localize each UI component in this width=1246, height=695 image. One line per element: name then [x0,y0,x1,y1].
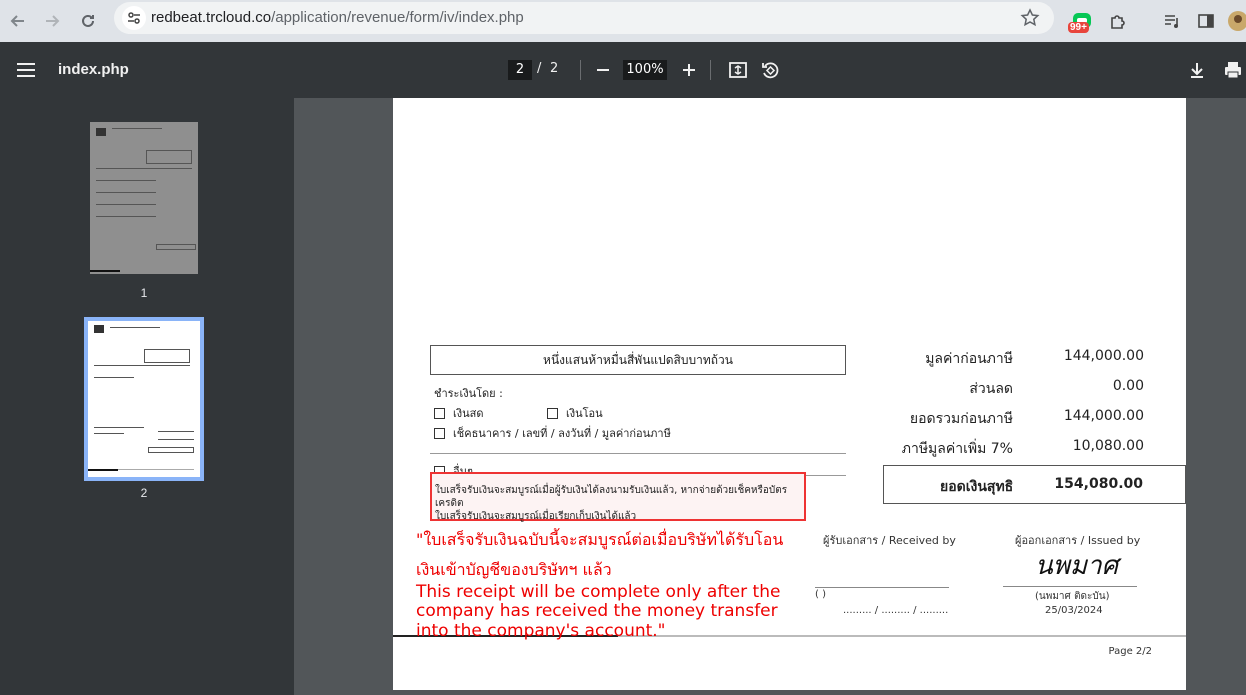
receiver-date: ......... / ......... / ......... [843,605,949,616]
thumbnail-sidebar: 1 2 [0,98,294,695]
pdf-toolbar: index.php 2 / 2 100% [0,42,1246,98]
annotation-thai-line-2: เงินเข้าบัญชีของบริษัทฯ แล้ว [416,560,612,579]
annotation-thai-line-1: "ใบเสร็จรับเงินฉบับนี้จะสมบูรณ์ต่อเมื่อบ… [416,530,784,549]
url-path: /application/revenue/form/iv/index.php [271,9,524,26]
address-bar[interactable]: redbeat.trcloud.co/application/revenue/f… [114,2,1054,34]
thumbnail-label-1: 1 [140,286,148,300]
payment-method-label: ชำระเงินโดย : [434,387,503,400]
payment-option-transfer: เงินโอน [547,404,603,422]
annotation-english-line-1: This receipt will be complete only after… [416,582,781,602]
receiver-signature-line [815,587,949,588]
page-total: 2 [550,61,559,76]
document-title: index.php [58,61,129,78]
pdf-page: หนึ่งแสนห้าหมื่นสี่พันแปดสิบบาทถ้วน ชำระ… [393,98,1186,690]
transfer-label: เงินโอน [566,407,603,420]
plus-icon [683,64,695,76]
annotation-english-line-3: into the company's account." [416,621,666,641]
net-total-value: 154,080.00 [1054,476,1143,492]
bookmark-star-icon[interactable] [1020,8,1040,28]
issue-date: 25/03/2024 [1045,605,1103,616]
extensions-puzzle-icon[interactable] [1104,7,1132,35]
cheque-label: เช็คธนาคาร / เลขที่ / ลงวันที่ / มูลค่าก… [453,427,671,440]
issuer-signature: นพมาศ [1035,551,1119,581]
receipt-note-line-1: ใบเสร็จรับเงินจะสมบูรณ์เมื่อผู้รับเงินได… [435,485,788,509]
amount-in-words: หนึ่งแสนห้าหมื่นสี่พันแปดสิบบาทถ้วน [430,345,846,375]
hamburger-menu-icon [17,63,35,77]
print-button[interactable] [1221,58,1245,82]
toolbar-divider [710,60,711,80]
receipt-condition-note: ใบเสร็จรับเงินจะสมบูรณ์เมื่อผู้รับเงินได… [430,472,806,522]
url-host: redbeat.trcloud.co [151,9,272,26]
site-info-button[interactable] [122,6,146,30]
summary-value: 144,000.00 [1063,348,1144,364]
extension-badge: 99+ [1068,22,1089,33]
reload-icon [82,14,94,27]
minus-icon [597,69,609,71]
zoom-input[interactable]: 100% [623,60,667,80]
fit-to-page-icon [729,62,747,78]
url-text: redbeat.trcloud.co/application/revenue/f… [151,9,524,26]
profile-avatar-icon[interactable] [1224,7,1246,35]
cash-label: เงินสด [453,407,484,420]
net-total-label: ยอดเงินสุทธิ [940,479,1014,495]
toolbar-divider [580,60,581,80]
sidebar-menu-button[interactable] [14,58,38,82]
print-icon [1225,62,1241,79]
back-button[interactable] [4,7,32,35]
download-icon [1191,63,1203,78]
zoom-out-button[interactable] [591,58,615,82]
thumbnail-page-1[interactable] [90,122,198,274]
receiver-name-paren: ( ) [815,589,826,600]
net-total-box: ยอดเงินสุทธิ 154,080.00 [883,465,1186,504]
forward-button[interactable] [38,7,66,35]
browser-toolbar: redbeat.trcloud.co/application/revenue/f… [0,0,1246,42]
payment-option-cheque: เช็คธนาคาร / เลขที่ / ลงวันที่ / มูลค่าก… [434,424,671,442]
issuer-name: (นพมาศ ติดะบัน) [1035,591,1110,602]
back-arrow-icon [10,15,24,27]
rotate-icon [762,62,779,79]
checkbox [434,427,445,439]
fit-page-button[interactable] [726,58,750,82]
zoom-in-button[interactable] [677,58,701,82]
payment-option-cash: เงินสด [434,404,484,422]
summary-label: ส่วนลด [969,381,1013,397]
summary-value: 0.00 [1112,378,1144,394]
divider-line [430,453,846,454]
thumbnail-page-2-selected[interactable] [84,317,204,481]
issuer-signature-line [1003,586,1137,587]
thumbnail-label-2: 2 [140,486,148,500]
summary-label: ยอดรวมก่อนภาษี [909,411,1013,427]
tune-icon [128,12,140,24]
page-footer: Page 2/2 [1108,646,1152,657]
reload-button[interactable] [74,7,102,35]
annotation-english-line-2: company has received the money transfer [416,601,778,621]
download-button[interactable] [1185,58,1209,82]
summary-label: ภาษีมูลค่าเพิ่ม 7% [901,441,1013,457]
summary-value: 10,080.00 [1072,438,1144,454]
receipt-note-line-2: ใบเสร็จรับเงินจะสมบูรณ์เมื่อเรียกเก็บเงิ… [435,511,637,522]
checkbox [547,407,558,419]
received-by-label: ผู้รับเอกสาร / Received by [823,534,956,547]
checkbox [434,407,445,419]
reading-list-icon[interactable] [1158,7,1186,35]
rotate-button[interactable] [758,58,782,82]
summary-value: 144,000.00 [1063,408,1144,424]
page-separator: / [537,61,542,76]
page-number-input[interactable]: 2 [508,60,532,80]
side-panel-icon[interactable] [1192,7,1220,35]
summary-label: มูลค่าก่อนภาษี [925,351,1013,367]
forward-arrow-icon [46,15,60,27]
